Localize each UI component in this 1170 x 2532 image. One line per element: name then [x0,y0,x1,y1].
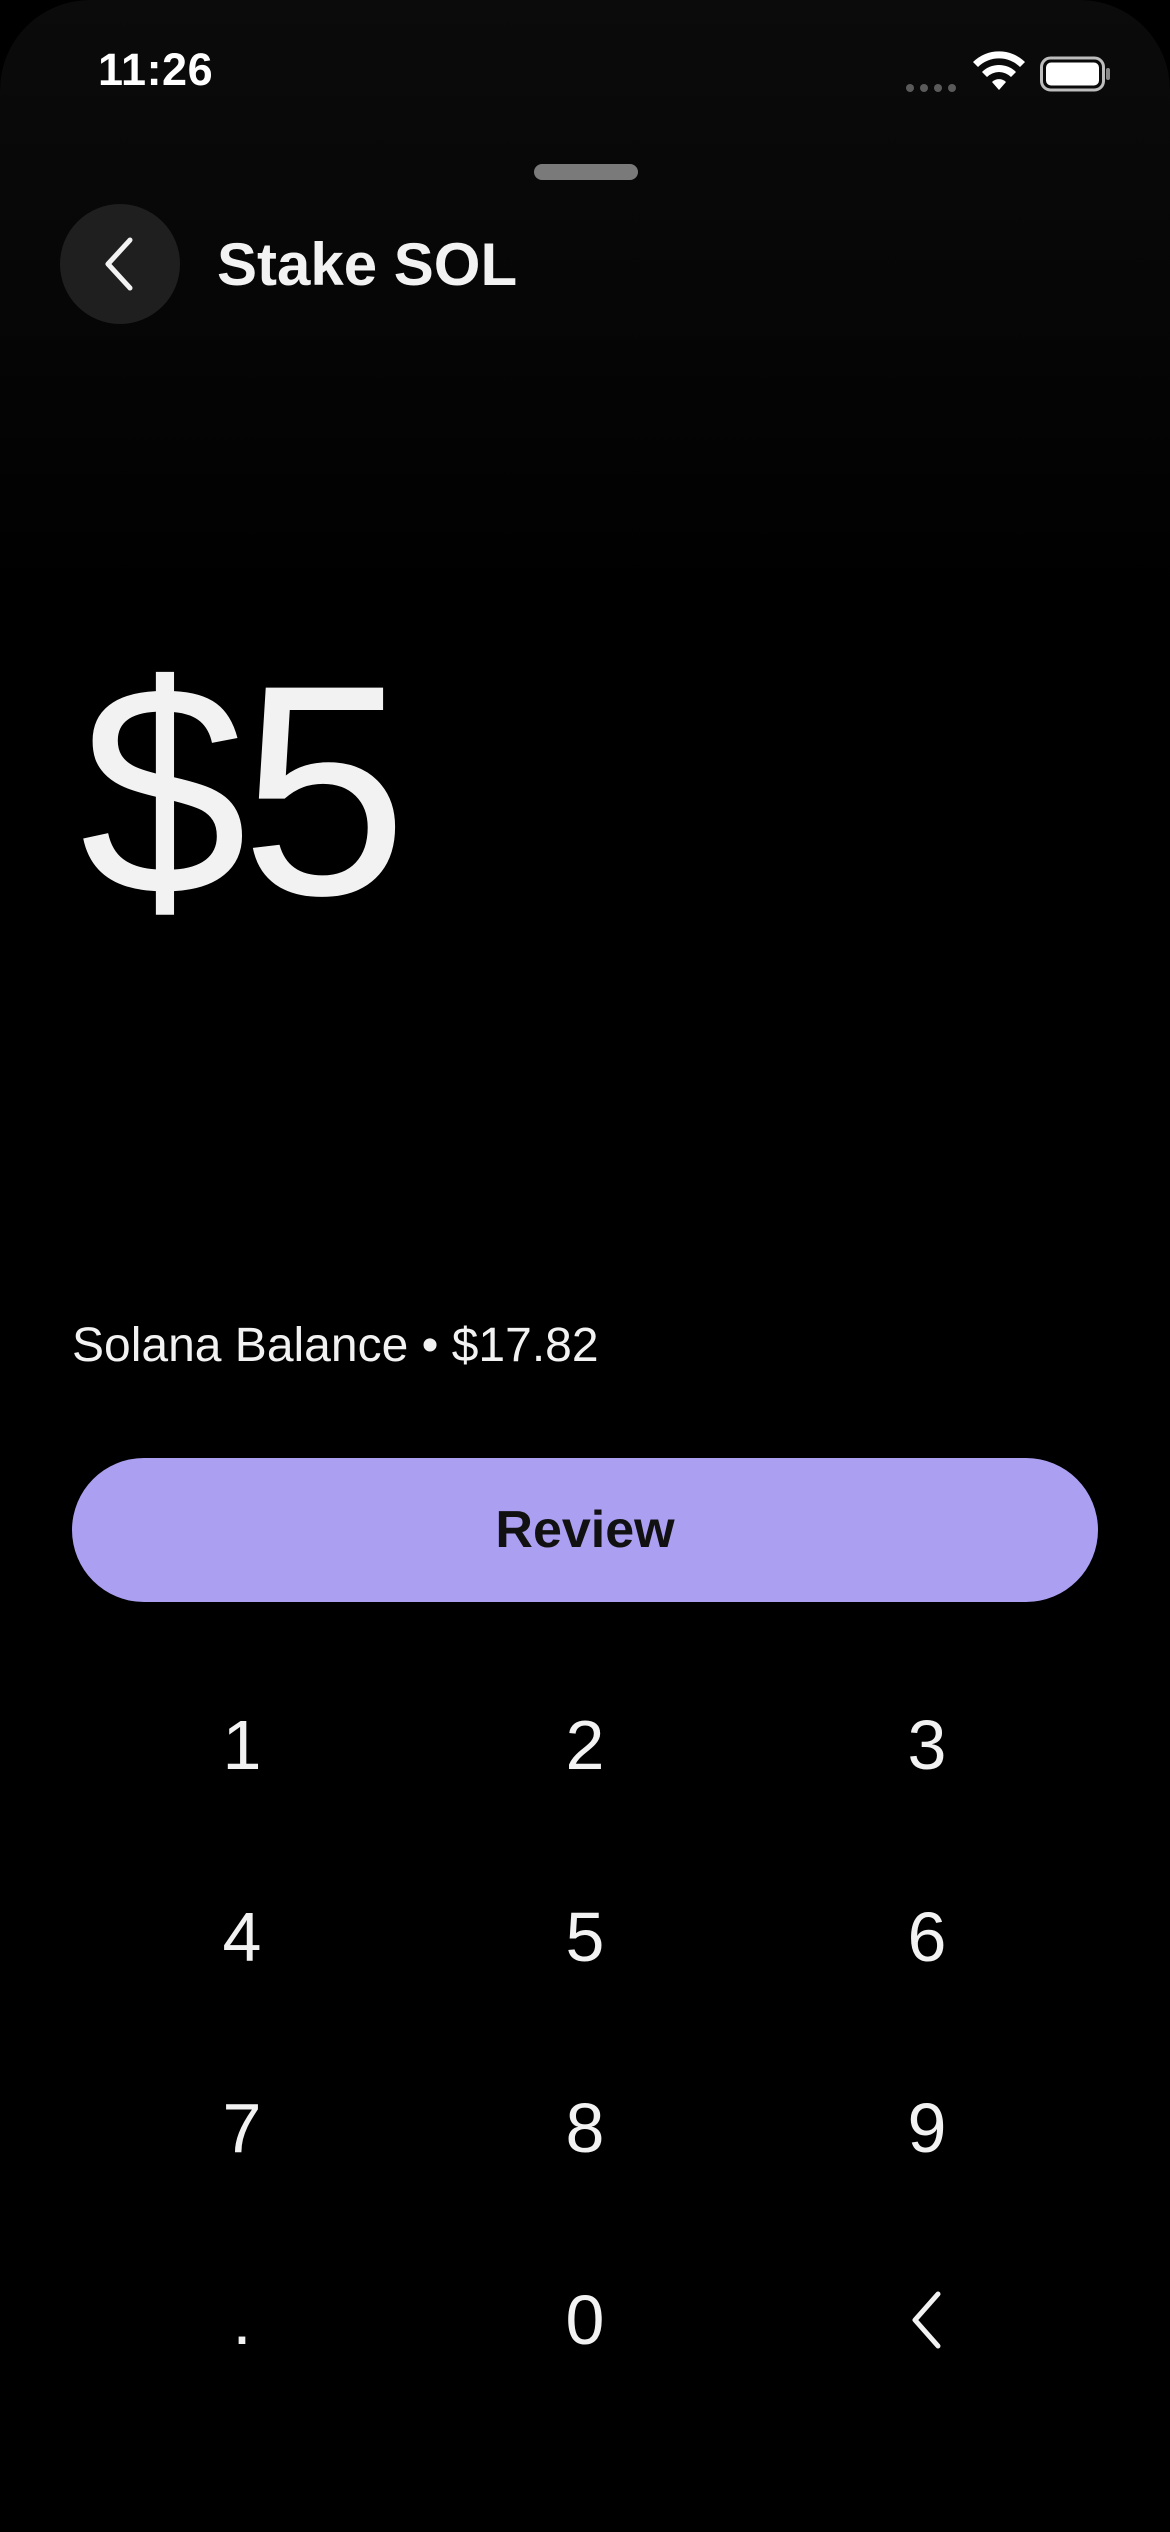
battery-icon [1040,56,1110,92]
key-9[interactable]: 9 [757,2043,1097,2213]
key-0[interactable]: 0 [415,2235,755,2405]
key-backspace[interactable] [757,2235,1097,2405]
key-8[interactable]: 8 [415,2043,755,2213]
review-button[interactable]: Review [72,1458,1098,1602]
screen: 11:26 Stake SOL $5 Solana Balance • $17.… [0,0,1170,2532]
page-title: Stake SOL [217,231,518,298]
signal-icon [906,80,960,92]
balance-label: Solana Balance • $17.82 [72,1319,599,1372]
key-3[interactable]: 3 [757,1660,1097,1830]
numeric-keypad: 1 2 3 4 5 6 7 8 9 . 0 [0,1660,1170,2430]
key-6[interactable]: 6 [757,1852,1097,2022]
key-4[interactable]: 4 [72,1852,412,2022]
key-decimal[interactable]: . [72,2235,412,2405]
key-2[interactable]: 2 [415,1660,755,1830]
key-5[interactable]: 5 [415,1852,755,2022]
status-time: 11:26 [98,44,214,95]
sheet-grabber[interactable] [534,164,638,180]
chevron-left-icon [105,237,133,291]
key-1[interactable]: 1 [72,1660,412,1830]
amount-display: $5 [80,622,408,958]
key-7[interactable]: 7 [72,2043,412,2213]
stake-sheet: 11:26 Stake SOL $5 Solana Balance • $17.… [0,0,1170,2532]
back-button[interactable] [60,204,180,324]
backspace-chevron-icon [912,2291,941,2349]
wifi-icon [973,51,1025,90]
